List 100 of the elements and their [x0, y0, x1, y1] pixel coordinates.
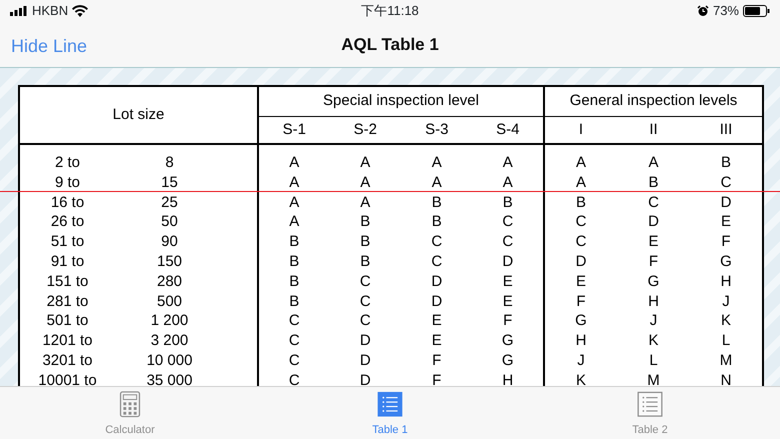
- table-cell: 280: [119, 272, 258, 292]
- status-time: 下午11:18: [361, 2, 419, 20]
- table-cell: C: [544, 232, 618, 252]
- tab-bar-item[interactable]: Table 1: [260, 387, 520, 439]
- table-cell: 50: [119, 212, 258, 232]
- table-cell: J: [690, 292, 764, 312]
- tab-bar-item[interactable]: Calculator: [0, 387, 260, 439]
- table-cell: 1 200: [119, 311, 258, 332]
- table-cell: E: [617, 232, 690, 252]
- carrier-name: HKBN: [32, 2, 68, 20]
- table-cell: 151 to: [19, 272, 119, 292]
- table-cell: 25: [119, 192, 258, 212]
- column-header: III: [690, 116, 764, 144]
- table-cell: A: [472, 172, 544, 193]
- table-cell: B: [617, 172, 690, 193]
- battery-icon: [743, 5, 770, 17]
- table-cell: J: [617, 311, 690, 332]
- column-header: Lot size: [19, 86, 258, 144]
- column-header: S-3: [401, 116, 473, 144]
- table-cell: 2 to: [19, 144, 119, 173]
- table-cell: A: [258, 144, 330, 173]
- table-cell: C: [472, 232, 544, 252]
- table-cell: A: [617, 144, 690, 173]
- table-cell: 91 to: [19, 252, 119, 272]
- table-cell: B: [330, 212, 402, 232]
- table-cell: 35 000: [119, 370, 258, 386]
- alarm-clock-icon: [696, 5, 709, 17]
- table-cell: A: [330, 192, 402, 212]
- table-cell: J: [544, 350, 618, 371]
- table-cell: 501 to: [19, 311, 119, 332]
- table-cell: D: [330, 331, 402, 351]
- table-cell: F: [617, 252, 690, 272]
- list-icon: [376, 391, 404, 418]
- table-cell: E: [472, 272, 544, 292]
- table-cell: F: [544, 292, 618, 312]
- table-cell: 15: [119, 172, 258, 193]
- table-cell: C: [401, 232, 473, 252]
- battery-percent: 73%: [712, 2, 739, 20]
- table-cell: 26 to: [19, 212, 119, 232]
- table-cell: H: [544, 331, 618, 351]
- column-header: S-2: [330, 116, 402, 144]
- table-cell: C: [258, 311, 330, 332]
- table-cell: G: [690, 252, 764, 272]
- table-cell: A: [544, 144, 618, 173]
- column-header: S-4: [472, 116, 544, 144]
- table-cell: E: [544, 272, 618, 292]
- table-cell: G: [544, 311, 618, 332]
- hide-line-button[interactable]: Hide Line: [11, 33, 88, 60]
- table-cell: A: [401, 172, 473, 193]
- table-cell: 1201 to: [19, 331, 119, 351]
- table-cell: B: [258, 232, 330, 252]
- table-cell: G: [472, 350, 544, 371]
- table-cell: C: [472, 212, 544, 232]
- table-cell: B: [690, 144, 764, 173]
- column-header: S-1: [258, 116, 330, 144]
- table-cell: D: [401, 292, 473, 312]
- table-cell: K: [690, 311, 764, 332]
- table-cell: D: [472, 252, 544, 272]
- table-cell: C: [544, 212, 618, 232]
- table-cell: L: [617, 350, 690, 371]
- column-group-header: General inspection levels: [544, 86, 764, 116]
- table-cell: A: [472, 144, 544, 173]
- table-cell: 8: [119, 144, 258, 173]
- table-cell: E: [690, 212, 764, 232]
- table-cell: 500: [119, 292, 258, 312]
- table-cell: H: [617, 292, 690, 312]
- wifi-icon: [72, 5, 88, 17]
- table-cell: D: [617, 212, 690, 232]
- table-cell: K: [617, 331, 690, 351]
- tab-bar-item[interactable]: Table 2: [520, 387, 780, 439]
- table-cell: F: [401, 370, 473, 386]
- table-cell: H: [472, 370, 544, 386]
- table-cell: B: [401, 192, 473, 212]
- table-cell: B: [472, 192, 544, 212]
- column-header: I: [544, 116, 618, 144]
- table-cell: E: [401, 331, 473, 351]
- table-cell: 281 to: [19, 292, 119, 312]
- table-cell: 3201 to: [19, 350, 119, 371]
- table-cell: A: [330, 172, 402, 193]
- table-cell: H: [690, 272, 764, 292]
- table-cell: A: [401, 144, 473, 173]
- table-cell: B: [258, 252, 330, 272]
- screen-title: AQL Table 1: [341, 34, 439, 56]
- column-header: II: [617, 116, 690, 144]
- list-icon: [636, 391, 664, 418]
- table-cell: B: [330, 252, 402, 272]
- table-cell: C: [258, 350, 330, 371]
- table-cell: M: [617, 370, 690, 386]
- table-cell: D: [330, 350, 402, 371]
- table-cell: E: [472, 292, 544, 312]
- table-cell: G: [472, 331, 544, 351]
- table-cell: A: [258, 212, 330, 232]
- table-cell: F: [472, 311, 544, 332]
- table-cell: A: [330, 144, 402, 173]
- table-cell: C: [617, 192, 690, 212]
- table-cell: L: [690, 331, 764, 351]
- table-cell: B: [258, 272, 330, 292]
- table-cell: B: [401, 212, 473, 232]
- table-cell: B: [330, 232, 402, 252]
- table-cell: 10 000: [119, 350, 258, 371]
